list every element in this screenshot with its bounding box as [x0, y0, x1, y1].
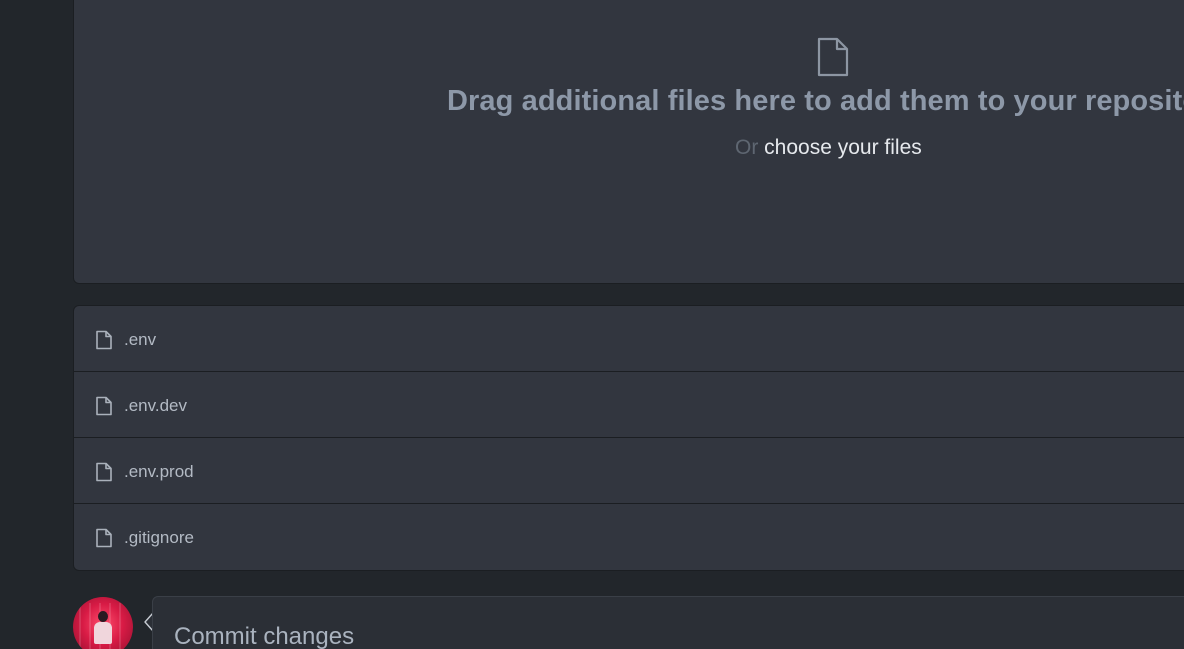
avatar-figure-head	[98, 611, 108, 622]
file-name: .gitignore	[124, 528, 194, 547]
file-icon	[96, 528, 112, 548]
commit-changes-panel: Commit changes	[152, 596, 1184, 649]
drop-zone-subtitle: Or choose your files	[735, 136, 922, 160]
or-label: Or	[735, 136, 759, 159]
file-icon	[96, 462, 112, 482]
file-icon	[817, 37, 849, 77]
file-icon	[96, 330, 112, 350]
commit-title: Commit changes	[174, 623, 355, 649]
file-row: .env	[74, 306, 1184, 372]
avatar-figure-body	[94, 622, 112, 644]
uploaded-file-list: .env .env.dev .env.prod .gitignore	[73, 305, 1184, 571]
file-row: .gitignore	[74, 504, 1184, 570]
file-row: .env.prod	[74, 438, 1184, 504]
file-name: .env	[124, 330, 157, 349]
choose-files-link[interactable]: choose your files	[764, 136, 922, 159]
file-icon	[96, 396, 112, 416]
user-avatar[interactable]	[73, 597, 133, 649]
upload-files-page: Drag additional files here to add them t…	[0, 0, 1184, 649]
file-name: .env.prod	[124, 462, 194, 481]
file-name: .env.dev	[124, 396, 188, 415]
file-row: .env.dev	[74, 372, 1184, 438]
drop-zone-title: Drag additional files here to add them t…	[447, 85, 1184, 117]
file-drop-zone[interactable]: Drag additional files here to add them t…	[73, 0, 1184, 284]
